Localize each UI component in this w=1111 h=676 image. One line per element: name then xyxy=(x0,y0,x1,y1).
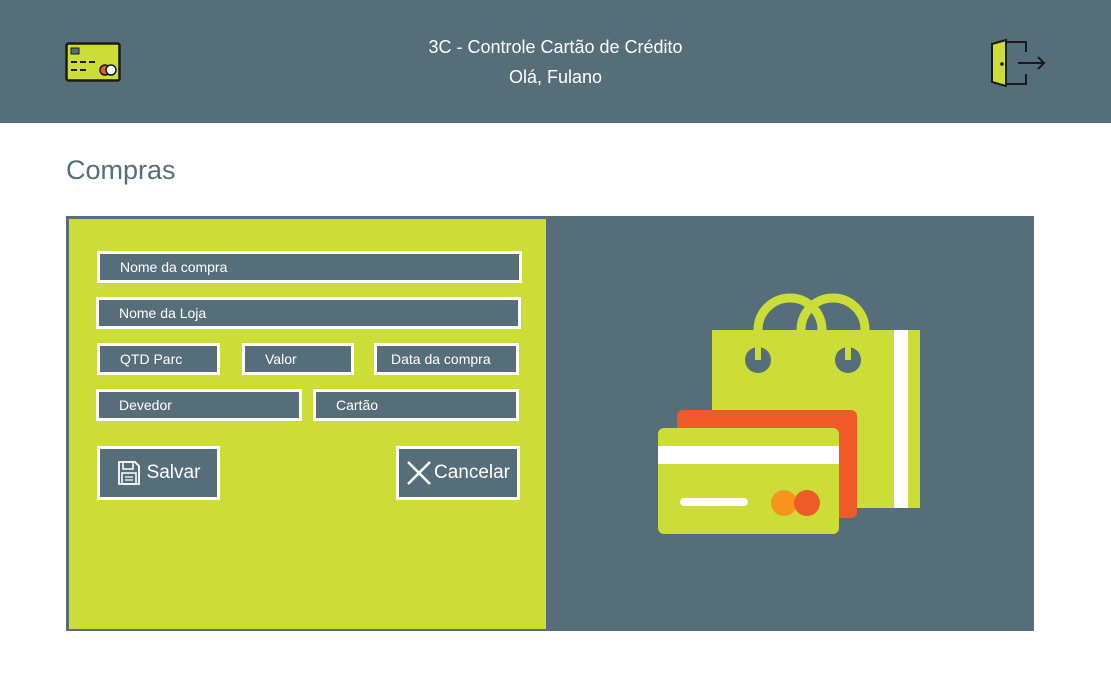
purchase-name-input[interactable] xyxy=(97,251,522,283)
value-input[interactable] xyxy=(242,343,354,375)
save-label: Salvar xyxy=(146,462,201,483)
installments-input[interactable] xyxy=(97,343,220,375)
cancel-button[interactable]: Cancelar xyxy=(396,446,520,500)
purchase-date-input[interactable] xyxy=(374,343,519,375)
debtor-input[interactable] xyxy=(96,389,302,421)
cancel-label: Cancelar xyxy=(433,462,511,483)
app-header: 3C - Controle Cartão de Crédito Olá, Ful… xyxy=(0,0,1111,123)
card-input[interactable] xyxy=(313,389,519,421)
user-greeting: Olá, Fulano xyxy=(508,67,603,87)
purchase-panel: Salvar Cancelar xyxy=(66,216,1034,631)
app-title: 3C - Controle Cartão de Crédito xyxy=(428,37,683,57)
store-name-input[interactable] xyxy=(96,297,521,329)
save-button[interactable]: Salvar xyxy=(97,446,220,500)
close-icon xyxy=(407,461,431,485)
purchase-form: Salvar Cancelar xyxy=(69,219,546,629)
page-title: Compras xyxy=(66,155,176,185)
logout-door-icon[interactable] xyxy=(988,38,1048,88)
shopping-bag-with-credit-cards-icon xyxy=(658,293,920,534)
floppy-disk-icon xyxy=(117,461,140,485)
